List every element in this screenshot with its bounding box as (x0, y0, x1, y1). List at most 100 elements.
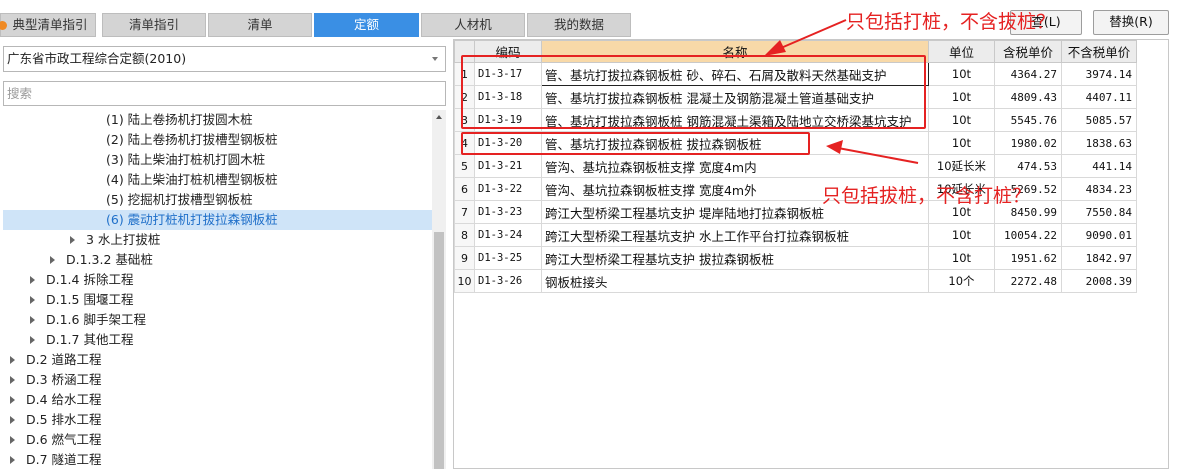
cell-code: D1-3-25 (474, 246, 542, 270)
annotation-note-top: 只包括打桩，不含拔桩？ (846, 11, 1056, 33)
tab-label: 人材机 (454, 17, 492, 32)
tree-item[interactable]: D.1.5 围堰工程 (0, 290, 432, 310)
cell-name: 管、基坑打拔拉森钢板桩 钢筋混凝土渠箱及陆地立交桥梁基坑支护 (541, 108, 929, 132)
tree-scrollbar[interactable] (432, 110, 446, 469)
cell-untaxed-price: 5085.57 (1061, 108, 1137, 132)
chevron-right-icon[interactable] (30, 316, 35, 324)
annotation-note-bottom: 只包括拔桩，不含打桩？ (822, 185, 1032, 207)
tree-item[interactable]: D.4 给水工程 (0, 390, 432, 410)
col-header-name[interactable]: 名称 (541, 40, 929, 63)
search-input[interactable] (3, 81, 446, 106)
table-row[interactable]: 7 D1-3-23 跨江大型桥梁工程基坑支护 堤岸陆地打拉森钢板桩 10t 84… (454, 200, 1137, 224)
col-header-taxed-price[interactable]: 含税单价 (994, 40, 1062, 63)
chevron-right-icon[interactable] (10, 356, 15, 364)
tree-item[interactable]: D.2 道路工程 (0, 350, 432, 370)
cell-taxed-price: 5545.76 (994, 108, 1062, 132)
quota-library-value: 广东省市政工程综合定额(2010) (7, 51, 187, 66)
tree-item-label: D.4 给水工程 (26, 392, 102, 407)
table-row[interactable]: 5 D1-3-21 管沟、基坑拉森钢板桩支撑 宽度4m内 10延长米 474.5… (454, 154, 1137, 178)
tree-item[interactable]: (1) 陆上卷扬机打拔圆木桩 (0, 110, 432, 130)
table-row[interactable]: 10 D1-3-26 钢板桩接头 10个 2272.48 2008.39 (454, 269, 1137, 293)
tree-item-label: (2) 陆上卷扬机打拔槽型钢板桩 (106, 132, 278, 147)
tree-item[interactable]: D.1.4 拆除工程 (0, 270, 432, 290)
quota-table: 编码 名称 单位 含税单价 不含税单价 1 D1-3-17 管、基坑打拔拉森钢板… (454, 40, 1137, 293)
quota-library-select[interactable]: 广东省市政工程综合定额(2010) (3, 46, 446, 72)
col-header-untaxed-price[interactable]: 不含税单价 (1061, 40, 1137, 63)
cell-taxed-price: 1980.02 (994, 131, 1062, 155)
tab-bill-guide[interactable]: 清单指引 (102, 13, 206, 37)
replace-button[interactable]: 替换(R) (1093, 10, 1169, 35)
tree-item-selected[interactable]: (6) 震动打桩机打拔拉森钢板桩 (3, 210, 432, 230)
cell-untaxed-price: 4407.11 (1061, 85, 1137, 109)
tree-item[interactable]: D.5 排水工程 (0, 410, 432, 430)
tree-item[interactable]: (3) 陆上柴油打桩机打圆木桩 (0, 150, 432, 170)
tab-bill[interactable]: 清单 (208, 13, 312, 37)
scrollbar-thumb[interactable] (434, 232, 444, 469)
chevron-right-icon[interactable] (30, 336, 35, 344)
cell-name: 跨江大型桥梁工程基坑支护 水上工作平台打拉森钢板桩 (541, 223, 929, 247)
tree-item-label: (3) 陆上柴油打桩机打圆木桩 (106, 152, 266, 167)
col-header-unit[interactable]: 单位 (928, 40, 995, 63)
cell-untaxed-price: 1842.97 (1061, 246, 1137, 270)
chevron-down-icon (432, 57, 438, 61)
chevron-right-icon[interactable] (50, 256, 55, 264)
cell-name: 管、基坑打拔拉森钢板桩 混凝土及钢筋混凝土管道基础支护 (541, 85, 929, 109)
tree-item[interactable]: 3 水上打拔桩 (0, 230, 432, 250)
cell-name: 钢板桩接头 (541, 269, 929, 293)
tab-quota[interactable]: 定额 (314, 13, 419, 37)
cell-code: D1-3-24 (474, 223, 542, 247)
col-header-code[interactable]: 编码 (474, 40, 542, 63)
cell-unit: 10个 (928, 269, 995, 293)
table-row[interactable]: 4 D1-3-20 管、基坑打拔拉森钢板桩 拔拉森钢板桩 10t 1980.02… (454, 131, 1137, 155)
tree-item[interactable]: D.3 桥涵工程 (0, 370, 432, 390)
cell-taxed-price: 2272.48 (994, 269, 1062, 293)
tree-item-label: D.1.7 其他工程 (46, 332, 134, 347)
cell-untaxed-price: 9090.01 (1061, 223, 1137, 247)
table-row[interactable]: 2 D1-3-18 管、基坑打拔拉森钢板桩 混凝土及钢筋混凝土管道基础支护 10… (454, 85, 1137, 109)
tree-item-label: (1) 陆上卷扬机打拔圆木桩 (106, 112, 253, 127)
cell-name: 跨江大型桥梁工程基坑支护 拔拉森钢板桩 (541, 246, 929, 270)
tree-item[interactable]: D.1.3.2 基础桩 (0, 250, 432, 270)
chevron-right-icon[interactable] (70, 236, 75, 244)
tree-item[interactable]: D.1.6 脚手架工程 (0, 310, 432, 330)
chevron-right-icon[interactable] (30, 296, 35, 304)
cell-untaxed-price: 441.14 (1061, 154, 1137, 178)
left-panel: 广东省市政工程综合定额(2010) (1) 陆上卷扬机打拔圆木桩 (2) 陆上卷… (0, 37, 450, 469)
table-row[interactable]: 8 D1-3-24 跨江大型桥梁工程基坑支护 水上工作平台打拉森钢板桩 10t … (454, 223, 1137, 247)
cell-name: 管、基坑打拔拉森钢板桩 砂、碎石、石屑及散料天然基础支护 (541, 62, 929, 86)
chevron-right-icon[interactable] (10, 456, 15, 464)
tree-item[interactable]: D.6 燃气工程 (0, 430, 432, 450)
cell-name: 管、基坑打拔拉森钢板桩 拔拉森钢板桩 (541, 131, 929, 155)
cell-code: D1-3-17 (474, 62, 542, 86)
tab-labor-material-machine[interactable]: 人材机 (421, 13, 525, 37)
chevron-right-icon[interactable] (10, 416, 15, 424)
chevron-right-icon[interactable] (10, 436, 15, 444)
tab-my-data[interactable]: 我的数据 (527, 13, 631, 37)
table-row[interactable]: 1 D1-3-17 管、基坑打拔拉森钢板桩 砂、碎石、石屑及散料天然基础支护 1… (454, 62, 1137, 86)
quota-table-panel: 编码 名称 单位 含税单价 不含税单价 1 D1-3-17 管、基坑打拔拉森钢板… (453, 39, 1169, 469)
tree-item-label: D.1.5 围堰工程 (46, 292, 134, 307)
tree-item[interactable]: D.1.7 其他工程 (0, 330, 432, 350)
tree-item[interactable]: (4) 陆上柴油打桩机槽型钢板桩 (0, 170, 432, 190)
row-index: 4 (454, 131, 475, 155)
tree-item[interactable]: D.7 隧道工程 (0, 450, 432, 469)
cell-taxed-price: 4364.27 (994, 62, 1062, 86)
cell-unit: 10t (928, 131, 995, 155)
row-index: 8 (454, 223, 475, 247)
tree-item-label: D.5 排水工程 (26, 412, 102, 427)
chevron-right-icon[interactable] (10, 396, 15, 404)
cell-taxed-price: 4809.43 (994, 85, 1062, 109)
chevron-right-icon[interactable] (30, 276, 35, 284)
cell-code: D1-3-22 (474, 177, 542, 201)
table-row[interactable]: 6 D1-3-22 管沟、基坑拉森钢板桩支撑 宽度4m外 10延长米 5269.… (454, 177, 1137, 201)
tree-item[interactable]: (2) 陆上卷扬机打拔槽型钢板桩 (0, 130, 432, 150)
chevron-right-icon[interactable] (10, 376, 15, 384)
table-row[interactable]: 9 D1-3-25 跨江大型桥梁工程基坑支护 拔拉森钢板桩 10t 1951.6… (454, 246, 1137, 270)
tree-item[interactable]: (5) 挖掘机打拔槽型钢板桩 (0, 190, 432, 210)
tab-typical-bill-guide[interactable]: 典型清单指引 (0, 13, 96, 37)
table-row[interactable]: 3 D1-3-19 管、基坑打拔拉森钢板桩 钢筋混凝土渠箱及陆地立交桥梁基坑支护… (454, 108, 1137, 132)
tab-label: 清单 (247, 17, 273, 32)
scroll-up-arrow-icon[interactable] (436, 115, 442, 119)
replace-label: 替换(R) (1109, 14, 1153, 29)
cell-untaxed-price: 4834.23 (1061, 177, 1137, 201)
